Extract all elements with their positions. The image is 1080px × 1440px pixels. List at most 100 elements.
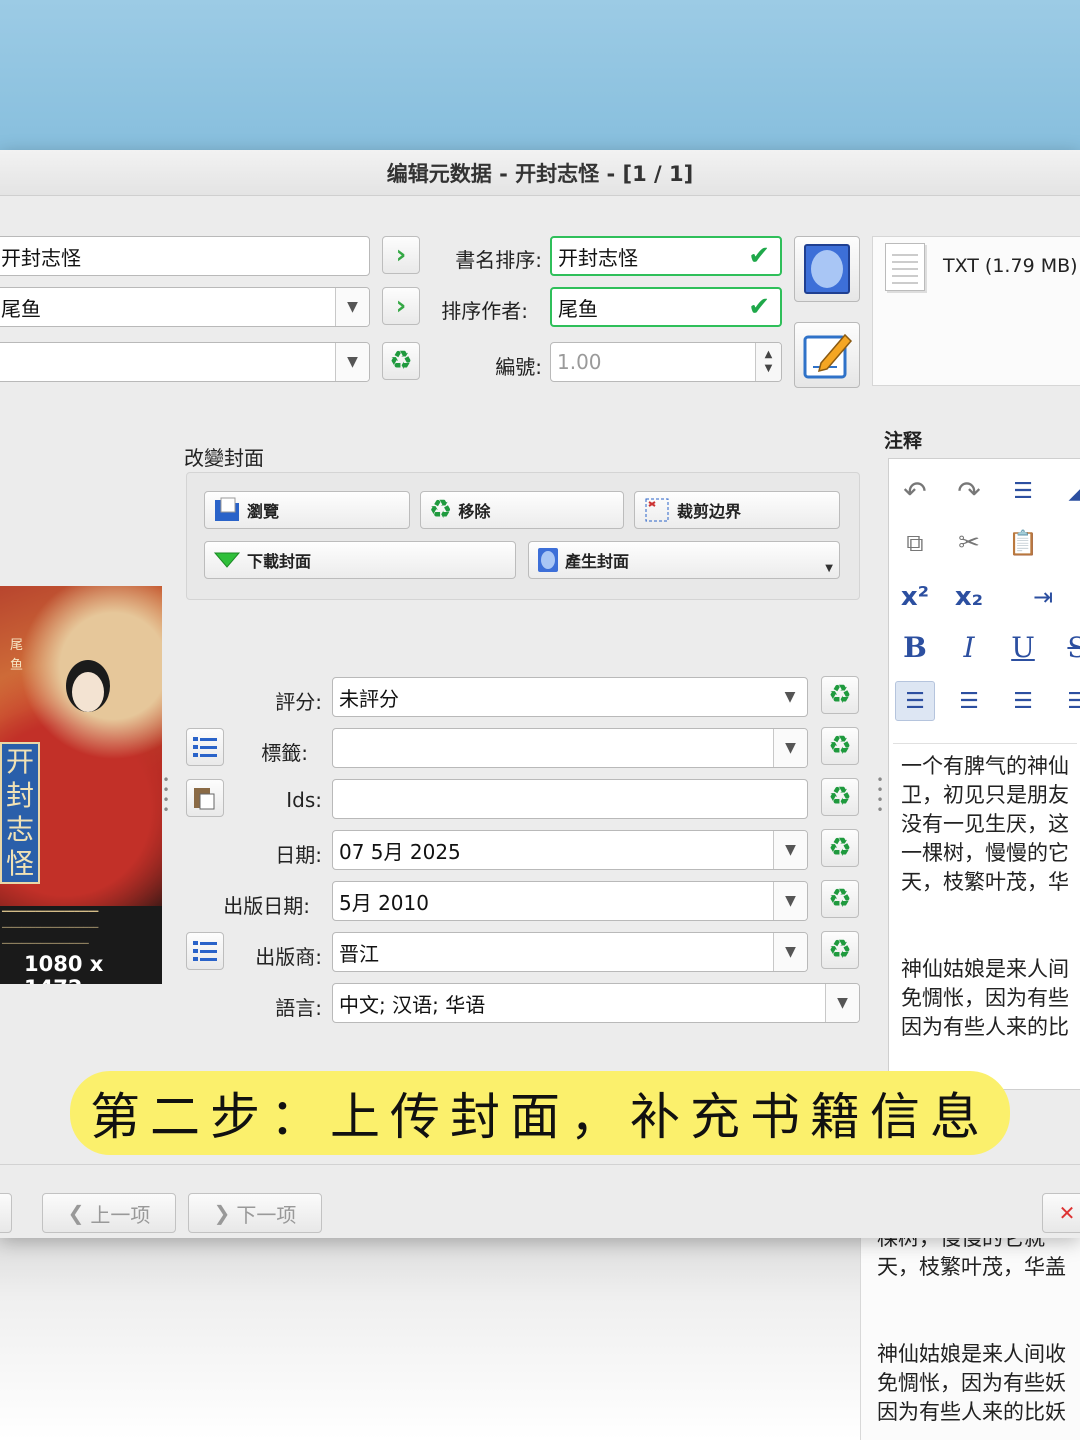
strikethrough-icon[interactable]: S [1057,627,1080,667]
chevron-down-icon[interactable]: ▼ [773,882,807,920]
cover-title-char: 志 [5,813,34,846]
series-index-spinbox[interactable]: 1.00 ▲ ▼ [550,342,782,382]
generate-label: 產生封面 [565,552,630,571]
notes-line: 免惆怅，因为有些 [901,986,1069,1010]
crop-icon [645,498,669,522]
copy-icon[interactable]: ⧉ [895,523,935,563]
cancel-button[interactable]: ✕ [1042,1193,1080,1233]
cover-image-button[interactable] [794,236,860,302]
title-field[interactable]: 开封志怪 [0,236,370,276]
copy-title-to-sort-button[interactable]: › [382,236,420,274]
clear-ids-button[interactable]: ♻ [821,778,859,816]
chevron-down-icon[interactable]: ▼ [773,831,807,869]
notes-line: 因为有些人来的比 [901,1015,1069,1039]
tag-editor-button[interactable] [186,728,224,766]
cover-figure [72,672,104,712]
chevron-down-icon[interactable]: ▼ [825,984,859,1022]
publisher-field[interactable]: 晋江 ▼ [332,932,808,972]
clear-publisher-button[interactable]: ♻ [821,931,859,969]
publisher-list-button[interactable] [186,932,224,970]
edit-metadata-button[interactable] [794,322,860,388]
caption-banner: 第二步：上传封面，补充书籍信息 [70,1071,1010,1155]
select-all-icon[interactable]: ☰ [1003,471,1043,511]
author-field[interactable]: 尾鱼 ▼ [0,287,370,327]
align-justify-icon[interactable]: ☰ [1057,681,1080,721]
notes-editor[interactable]: ↶ ↷ ☰ ◢ ⧉ ✂ 📋 x² x₂ ⇥ B I U S ☰ ☰ ☰ ☰ 一个… [888,458,1080,1090]
paste-ids-button[interactable] [186,779,224,817]
cover-title-char: 封 [5,779,34,812]
date-label: 日期: [275,843,322,867]
ids-label: Ids: [286,788,322,812]
chevron-down-icon[interactable]: ▼ [773,933,807,971]
download-cover-button[interactable]: 下載封面 [204,541,516,579]
previous-button[interactable]: ❮ 上一项 [42,1193,176,1233]
align-center-icon[interactable]: ☰ [949,681,989,721]
cover-author-text: 尾鱼 [10,638,24,673]
previous-label: 上一项 [90,1202,151,1227]
format-entry[interactable]: TXT (1.79 MB) [943,255,1078,277]
clear-rating-button[interactable]: ♻ [821,676,859,714]
splitter-handle[interactable]: • • • • [162,774,170,816]
chevron-down-icon[interactable]: ▼ [335,343,369,381]
author-sort-field[interactable]: 尾鱼 ✔ [550,287,782,327]
ids-field[interactable] [332,779,808,819]
partial-left-button[interactable] [0,1193,12,1233]
series-index-value: 1.00 [557,350,602,374]
underline-icon[interactable]: U [1003,627,1043,667]
copy-author-to-sort-button[interactable]: › [382,287,420,325]
bold-icon[interactable]: B [895,627,935,667]
align-right-icon[interactable]: ☰ [1003,681,1043,721]
generate-cover-button[interactable]: 產生封面 ▼ [528,541,840,579]
notes-line: 一棵树，慢慢的它 [901,841,1069,865]
language-field[interactable]: 中文; 汉语; 华语 ▼ [332,983,860,1023]
clear-formatting-icon[interactable]: ◢ [1057,471,1080,511]
next-button[interactable]: ❯ 下一项 [188,1193,322,1233]
scissors-icon[interactable]: ✂ [949,523,989,563]
clear-tags-button[interactable]: ♻ [821,727,859,765]
chevron-down-icon: ▼ [784,689,796,705]
rating-select[interactable]: 未評分 ▼ [332,677,808,717]
recycle-icon: ♻ [828,782,852,812]
pencil-edit-icon [803,333,853,379]
pubdate-value: 5月 2010 [339,890,429,915]
redo-icon[interactable]: ↷ [949,471,989,511]
series-field[interactable]: ▼ [0,342,370,382]
pubdate-field[interactable]: 5月 2010 ▼ [332,881,808,921]
chevron-down-icon[interactable]: ▼ [773,729,807,767]
trim-borders-button[interactable]: 裁剪边界 [634,491,840,529]
clear-pubdate-button[interactable]: ♻ [821,880,859,918]
remove-cover-button[interactable]: ♻ 移除 [420,491,624,529]
clipboard-icon [194,788,215,810]
recycle-icon: ♻ [828,884,852,914]
indent-icon[interactable]: ⇥ [1023,577,1063,617]
splitter-handle[interactable]: • • • • [876,774,884,816]
arrow-right-icon: › [395,291,407,321]
align-left-icon[interactable]: ☰ [895,681,935,721]
spin-arrows-icon[interactable]: ▲ ▼ [755,343,781,381]
cover-preview[interactable]: 尾鱼 开 封 志 怪 ━━━━━━━━━━━━━━━━━━━━ ─────────… [0,586,162,984]
clear-date-button[interactable]: ♻ [821,829,859,867]
checkmark-icon: ✔ [748,292,770,322]
notes-line: 卫，初见只是朋友 [901,783,1069,807]
arrow-right-icon: › [395,240,407,270]
undo-icon[interactable]: ↶ [895,471,935,511]
chevron-down-icon[interactable]: ▼ [335,288,369,326]
date-field[interactable]: 07 5月 2025 ▼ [332,830,808,870]
tags-field[interactable]: ▼ [332,728,808,768]
recycle-icon: ♻ [429,495,453,525]
recycle-icon: ♻ [828,833,852,863]
recycle-icon: ♻ [828,935,852,965]
browse-cover-button[interactable]: 瀏覽 [204,491,410,529]
chevron-left-icon: ❮ [67,1201,85,1225]
italic-icon[interactable]: I [949,627,989,667]
clear-series-button[interactable]: ♻ [382,342,420,380]
background-notes-line: 因为有些人来的比妖 [877,1400,1066,1424]
title-sort-field[interactable]: 开封志怪 ✔ [550,236,782,276]
superscript-icon[interactable]: x² [895,577,935,617]
notes-text[interactable]: 一个有脾气的神仙 卫，初见只是朋友 没有一见生厌，这 一棵树，慢慢的它 天，枝繁… [893,743,1077,1073]
paste-icon[interactable]: 📋 [1003,523,1043,563]
formats-list[interactable]: TXT (1.79 MB) [872,236,1080,386]
subscript-icon[interactable]: x₂ [949,577,989,617]
notes-line: 神仙姑娘是来人间 [901,957,1069,981]
notes-line: 天，枝繁叶茂，华 [901,870,1069,894]
